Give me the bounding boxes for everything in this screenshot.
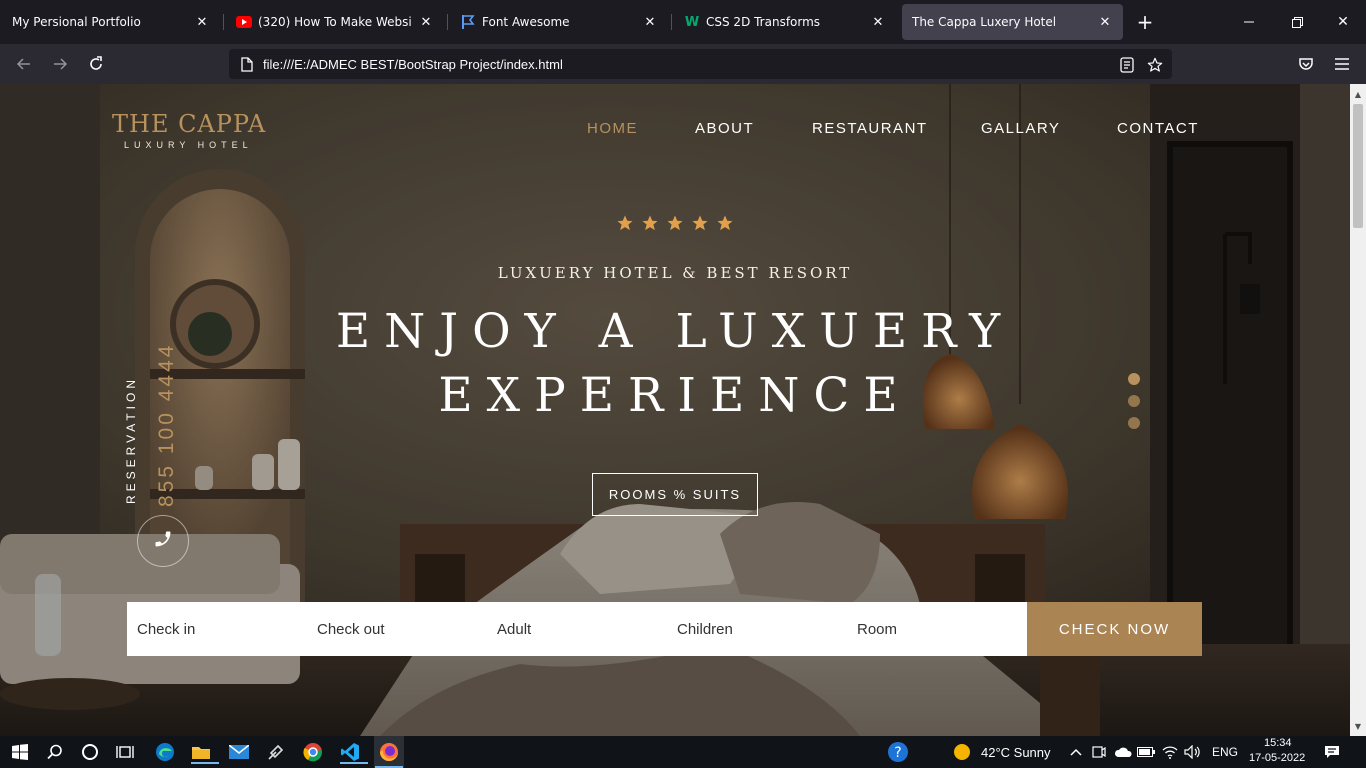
flag-icon (460, 14, 476, 30)
close-icon[interactable]: ✕ (418, 14, 434, 30)
hero-kicker: LUXUERY HOTEL & BEST RESORT (497, 264, 853, 282)
check-out-field[interactable]: Check out (307, 602, 487, 656)
hero-headline-line1: ENJOY A LUXUERY (335, 304, 1015, 359)
check-in-field[interactable]: Check in (127, 602, 307, 656)
weather-text[interactable]: 42°C Sunny (981, 745, 1051, 760)
page-viewport: THE CAPPA LUXURY HOTEL HOME ABOUT RESTAU… (0, 84, 1350, 736)
tab-portfolio[interactable]: My Persional Portfolio ✕ (2, 4, 220, 40)
search-icon[interactable] (43, 740, 67, 764)
close-icon[interactable]: ✕ (194, 14, 210, 30)
slider-dot-3[interactable] (1128, 417, 1140, 429)
tab-cappa-hotel[interactable]: The Cappa Luxery Hotel ✕ (902, 4, 1123, 40)
file-explorer-icon[interactable] (189, 740, 219, 764)
onedrive-icon[interactable] (1111, 740, 1135, 764)
reservation-phone-number[interactable]: 855 100 4444 (155, 343, 179, 507)
close-icon[interactable]: ✕ (870, 14, 886, 30)
url-text: file:///E:/ADMEC BEST/BootStrap Project/… (263, 56, 563, 72)
forward-button[interactable] (48, 52, 72, 76)
check-now-button[interactable]: CHECK NOW (1027, 602, 1202, 656)
children-select[interactable]: Children (667, 602, 847, 656)
edge-icon[interactable] (153, 740, 177, 764)
rating-stars (616, 214, 734, 232)
scroll-down-icon[interactable]: ▼ (1350, 718, 1366, 734)
phone-icon (153, 529, 173, 553)
tab-youtube[interactable]: (320) How To Make Website Wi ✕ (226, 4, 444, 40)
input-language[interactable]: ENG (1212, 745, 1238, 759)
svg-text:?: ? (894, 745, 901, 761)
nav-link-about[interactable]: ABOUT (695, 120, 754, 137)
weather-sun-icon[interactable] (950, 740, 974, 764)
browser-navigation-bar: file:///E:/ADMEC BEST/BootStrap Project/… (0, 44, 1366, 84)
w3schools-icon: W (684, 14, 700, 30)
reload-button[interactable] (84, 52, 108, 76)
scroll-up-icon[interactable]: ▲ (1350, 86, 1366, 102)
help-icon[interactable]: ? (886, 740, 910, 764)
close-icon[interactable]: ✕ (1097, 14, 1113, 30)
site-logo[interactable]: THE CAPPA (112, 110, 266, 138)
tab-font-awesome[interactable]: Font Awesome ✕ (450, 4, 668, 40)
adult-select[interactable]: Adult (487, 602, 667, 656)
tab-title: My Persional Portfolio (12, 15, 141, 29)
slider-dot-1[interactable] (1128, 373, 1140, 385)
hero-headline-line2: EXPERIENCE (438, 368, 912, 423)
tab-css-transforms[interactable]: W CSS 2D Transforms ✕ (674, 4, 896, 40)
tab-title: (320) How To Make Website Wi (258, 15, 412, 29)
nav-link-restaurant[interactable]: RESTAURANT (812, 120, 928, 137)
minimize-button[interactable] (1237, 10, 1261, 34)
star-icon (717, 215, 733, 231)
url-bar[interactable]: file:///E:/ADMEC BEST/BootStrap Project/… (229, 49, 1172, 79)
nav-link-gallary[interactable]: GALLARY (981, 120, 1060, 137)
slider-dot-2[interactable] (1128, 395, 1140, 407)
meet-now-icon[interactable] (1087, 740, 1111, 764)
reader-view-icon[interactable] (1118, 56, 1136, 74)
star-icon (667, 215, 683, 231)
chrome-icon[interactable] (301, 740, 325, 764)
tab-title: Font Awesome (482, 15, 570, 29)
page-scrollbar[interactable]: ▲ ▼ (1350, 84, 1366, 736)
color-picker-icon[interactable] (264, 740, 288, 764)
clock-time[interactable]: 15:34 (1264, 737, 1292, 749)
call-button[interactable] (137, 515, 189, 567)
scrollbar-thumb[interactable] (1353, 104, 1363, 228)
close-window-button[interactable]: ✕ (1331, 10, 1355, 34)
chevron-up-icon[interactable] (1064, 740, 1088, 764)
windows-start-icon[interactable] (8, 740, 32, 764)
room-select[interactable]: Room (847, 602, 1027, 656)
browser-tab-strip: My Persional Portfolio ✕ (320) How To Ma… (0, 0, 1366, 44)
task-view-icon[interactable] (113, 740, 137, 764)
site-logo-tagline: LUXURY HOTEL (124, 140, 253, 150)
mail-icon[interactable] (227, 740, 251, 764)
rooms-suits-button[interactable]: ROOMS % SUITS (592, 473, 758, 516)
nav-link-home[interactable]: HOME (587, 120, 638, 137)
cortana-icon[interactable] (78, 740, 102, 764)
star-icon (617, 215, 633, 231)
wifi-icon[interactable] (1158, 740, 1182, 764)
tab-title: The Cappa Luxery Hotel (912, 15, 1057, 29)
new-tab-button[interactable]: + (1133, 10, 1157, 34)
slider-dots (1128, 373, 1140, 439)
menu-hamburger-icon[interactable] (1330, 52, 1354, 76)
volume-icon[interactable] (1181, 740, 1205, 764)
clock-date[interactable]: 17-05-2022 (1249, 752, 1305, 764)
star-icon (692, 215, 708, 231)
firefox-icon[interactable] (374, 736, 404, 768)
star-icon (642, 215, 658, 231)
bookmark-star-icon[interactable] (1146, 56, 1164, 74)
booking-form: Check in Check out Adult Children Room (127, 602, 1027, 656)
page-icon (239, 56, 255, 72)
tab-title: CSS 2D Transforms (706, 15, 821, 29)
nav-link-contact[interactable]: CONTACT (1117, 120, 1199, 137)
pocket-icon[interactable] (1294, 52, 1318, 76)
notifications-icon[interactable] (1320, 740, 1344, 764)
close-icon[interactable]: ✕ (642, 14, 658, 30)
reservation-label: RESERVATION (124, 375, 138, 504)
youtube-icon (236, 14, 252, 30)
back-button[interactable] (12, 52, 36, 76)
vscode-icon[interactable] (338, 740, 368, 764)
windows-taskbar: ? 42°C Sunny ENG 15:34 17-05-2022 (0, 736, 1366, 768)
battery-icon[interactable] (1134, 740, 1158, 764)
restore-button[interactable] (1285, 10, 1309, 34)
